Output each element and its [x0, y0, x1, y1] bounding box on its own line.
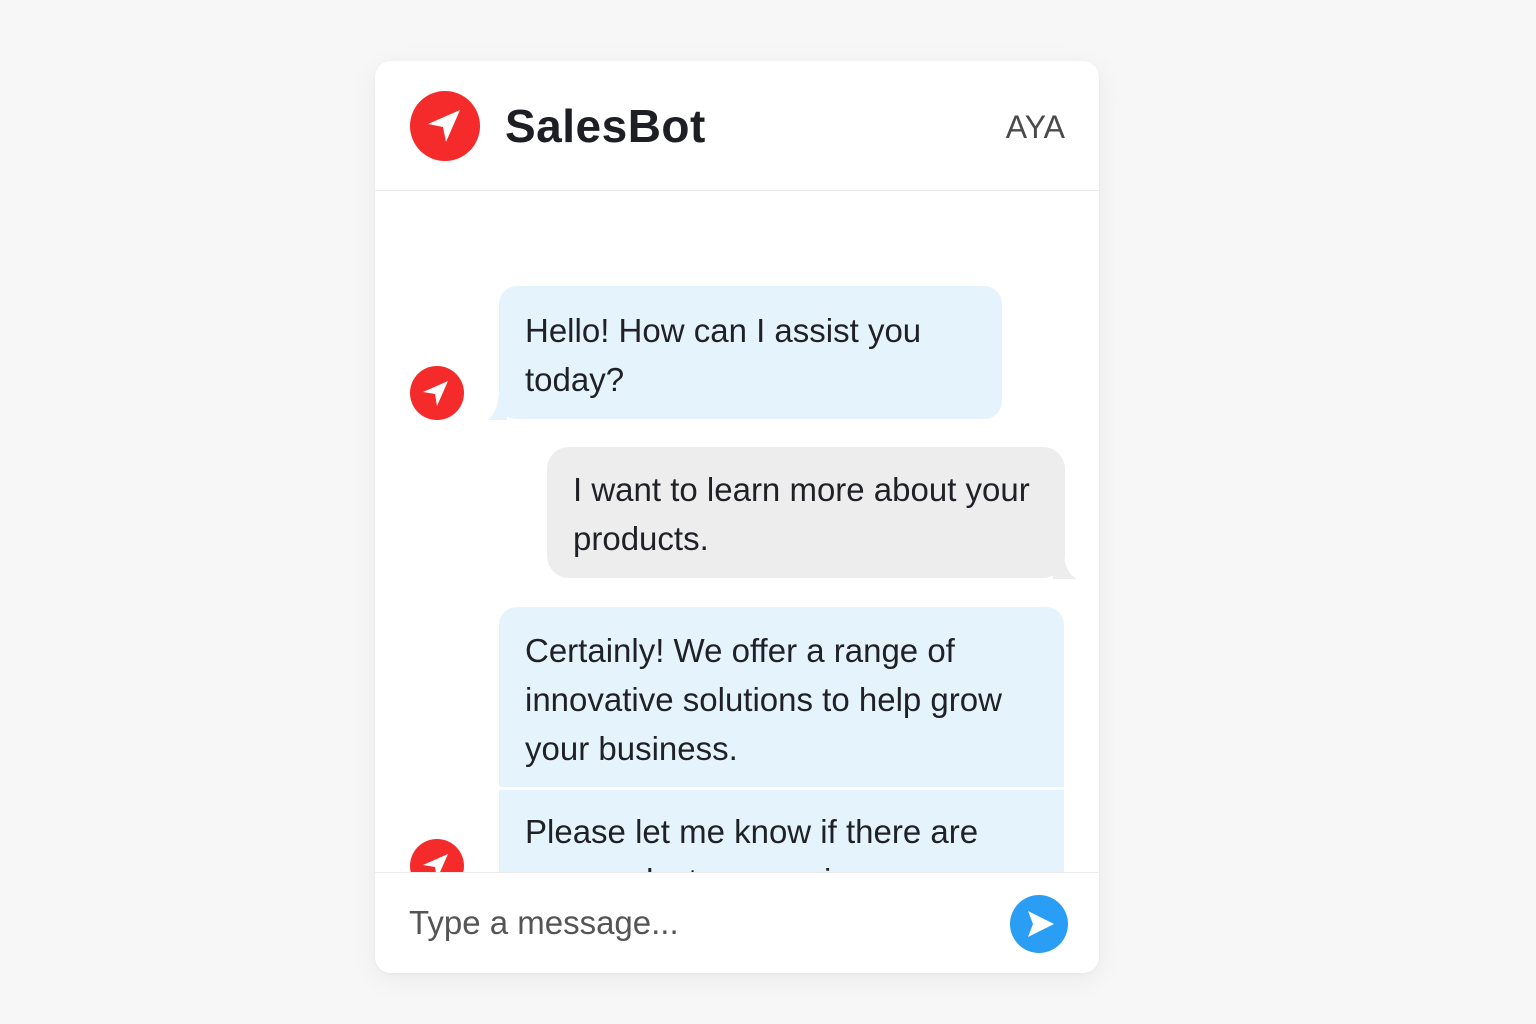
send-button[interactable] [1010, 895, 1068, 953]
bot-avatar-navigation-icon [410, 839, 464, 873]
navigation-arrow-icon [410, 91, 480, 161]
bot-avatar-navigation-icon [410, 366, 464, 420]
message-bubble-user: I want to learn more about your products… [547, 447, 1065, 578]
message-text: Certainly! We offer a range of innovativ… [525, 632, 1002, 767]
message-list[interactable]: Hello! How can I assist you today? I wan… [375, 191, 1099, 873]
message-bubble-bot: Please let me know if there are any prod… [499, 790, 1064, 873]
message-input[interactable] [409, 899, 989, 947]
message-text: Hello! How can I assist you today? [525, 312, 922, 398]
user-initials[interactable]: AYA [1006, 107, 1065, 147]
send-arrow-icon [1028, 911, 1054, 937]
message-text: Please let me know if there are any prod… [525, 813, 1002, 873]
message-bubble-bot: Hello! How can I assist you today? [499, 286, 1002, 419]
app-title: SalesBot [505, 100, 706, 152]
message-bubble-bot: Certainly! We offer a range of innovativ… [499, 607, 1064, 787]
message-composer [375, 872, 1099, 973]
chat-window: SalesBot AYA Hello! How can I assist you… [375, 61, 1099, 973]
message-text: I want to learn more about your products… [573, 471, 1030, 557]
chat-header: SalesBot AYA [375, 61, 1099, 191]
